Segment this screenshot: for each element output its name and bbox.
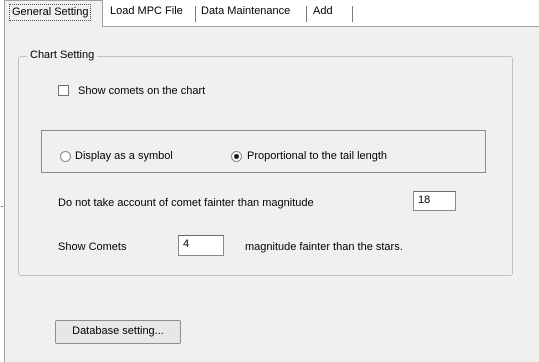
tab-separator (195, 6, 196, 22)
tab-general-setting-label: General Setting (9, 4, 92, 21)
show-comets-mag-input[interactable]: 4 (178, 235, 224, 256)
tab-load-mpc-file[interactable]: Load MPC File (106, 0, 194, 27)
radio-selected-dot (234, 154, 239, 159)
chart-setting-title: Chart Setting (27, 48, 98, 62)
radio-proportional-tail[interactable] (231, 151, 242, 162)
show-comets-mag-label: Show Comets (58, 241, 127, 253)
radio-display-symbol-label[interactable]: Display as a symbol (75, 149, 173, 163)
edge-mark (1, 206, 3, 207)
radio-display-symbol[interactable] (60, 151, 71, 162)
mag-suffix-label: magnitude fainter than the stars. (245, 241, 403, 253)
tab-separator (352, 6, 353, 22)
tab-load-mpc-file-label: Load MPC File (110, 5, 183, 17)
tab-separator (306, 6, 307, 22)
tab-data-maintenance[interactable]: Data Maintenance (197, 0, 305, 27)
database-setting-button[interactable]: Database setting... (55, 320, 181, 344)
radio-proportional-tail-label[interactable]: Proportional to the tail length (247, 149, 387, 163)
tab-data-maintenance-label: Data Maintenance (201, 5, 291, 17)
fainter-magnitude-label: Do not take account of comet fainter tha… (58, 197, 314, 209)
tab-add[interactable]: Add (309, 0, 341, 27)
show-comets-checkbox[interactable] (58, 85, 69, 96)
show-comets-label[interactable]: Show comets on the chart (78, 84, 205, 98)
tab-general-setting[interactable]: General Setting (4, 0, 103, 27)
fainter-magnitude-input[interactable]: 18 (413, 191, 456, 211)
tab-add-label: Add (313, 5, 333, 17)
